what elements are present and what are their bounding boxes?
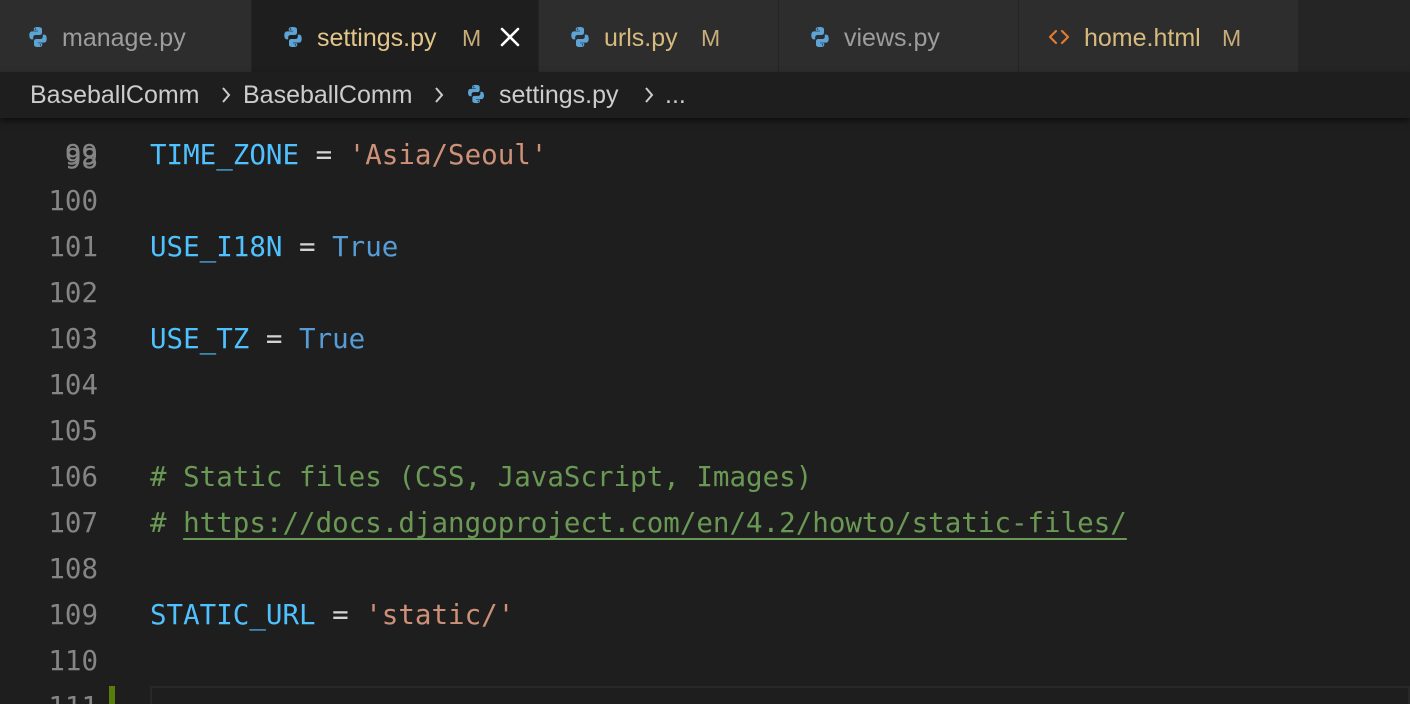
tab-label: views.py [844,24,940,52]
line-number: 103 [48,323,98,355]
line-number: 110 [48,645,98,677]
code-text: USE_TZ = True [150,316,365,362]
code-line: 102 [0,270,1410,316]
line-number: 108 [48,553,98,585]
code-line: 101 USE_I18N = True [0,224,1410,270]
code-token: TIME_ZONE [150,139,300,171]
python-icon [571,27,589,47]
tab-manage-py[interactable]: manage.py [0,0,252,72]
line-number: 102 [48,277,98,309]
code-line: 105 [0,408,1410,454]
code-token: # Static files (CSS, JavaScript, Images) [150,461,813,493]
tab-bar: manage.py settings.py M urls.py M views.… [0,0,1410,72]
code-editor[interactable]: 98 99 TIME_ZONE = 'Asia/Seoul' 100 101 USE_I… [0,118,1410,704]
code-token: True [299,323,366,355]
line-number: 101 [48,231,98,263]
line-number: 99 [64,139,98,171]
code-text: TIME_ZONE = 'Asia/Seoul' [150,132,547,178]
modified-badge: M [462,25,482,51]
python-icon [811,27,829,47]
code-line: 100 [0,178,1410,224]
line-number: 104 [48,369,98,401]
modified-badge: M [1222,25,1242,51]
python-icon [468,84,484,104]
line-number: 111 [0,684,98,704]
breadcrumb: BaseballComm BaseballComm settings.py ..… [0,72,1410,118]
line-number: 105 [48,415,98,447]
code-line: 103 USE_TZ = True [0,316,1410,362]
current-line-highlight [150,686,1410,704]
tab-label: settings.py [317,24,437,52]
code-text: STATIC_URL = 'static/' [150,592,514,638]
code-text: # https://docs.djangoproject.com/en/4.2/… [150,500,1127,546]
python-icon [284,27,302,47]
tab-home-html[interactable]: home.html M [1019,0,1299,72]
code-line: 104 [0,362,1410,408]
tab-label: manage.py [62,24,186,52]
code-line: 107 # https://docs.djangoproject.com/en/4… [0,500,1410,546]
chevron-right-icon [435,87,444,103]
code-token: 'Asia/Seoul' [348,139,548,171]
code-token: 'static/' [365,599,515,631]
code-token: USE_I18N [150,231,283,263]
code-line: 108 [0,546,1410,592]
code-token: STATIC_URL [150,599,316,631]
code-link[interactable]: https://docs.djangoproject.com/en/4.2/ho… [183,507,1127,539]
breadcrumb-item-subfolder[interactable]: BaseballComm [243,80,413,110]
tab-label: urls.py [604,24,678,52]
code-token: True [332,231,399,263]
close-icon[interactable] [497,22,523,52]
modified-badge: M [701,25,721,51]
code-line: 106 # Static files (CSS, JavaScript, Imag… [0,454,1410,500]
code-text: # Static files (CSS, JavaScript, Images) [150,454,812,500]
code-token: = [315,599,366,631]
code-token: # [150,507,184,539]
git-added-indicator [109,686,115,704]
tab-settings-py[interactable]: settings.py M [252,0,539,72]
code-token: = [282,231,333,263]
python-icon [29,27,47,47]
code-token: = [299,139,349,171]
breadcrumb-item-folder[interactable]: BaseballComm [30,80,200,110]
line-number: 100 [48,185,98,217]
line-number: 107 [48,507,98,539]
code-token: = [249,323,300,355]
breadcrumb-item-symbol[interactable]: ... [665,80,686,110]
line-number: 109 [48,599,98,631]
code-line: 109 STATIC_URL = 'static/' [0,592,1410,638]
code-text: USE_I18N = True [150,224,398,270]
tab-urls-py[interactable]: urls.py M [539,0,779,72]
chevron-right-icon [222,87,231,103]
tab-label: home.html [1084,24,1201,52]
tab-views-py[interactable]: views.py [779,0,1019,72]
code-token: USE_TZ [150,323,250,355]
line-number: 106 [48,461,98,493]
code-line: 110 [0,638,1410,684]
html-code-icon [1048,29,1070,45]
breadcrumb-item-file[interactable]: settings.py [499,80,619,110]
code-line: 99 TIME_ZONE = 'Asia/Seoul' [0,132,1410,178]
chevron-right-icon [645,87,654,103]
